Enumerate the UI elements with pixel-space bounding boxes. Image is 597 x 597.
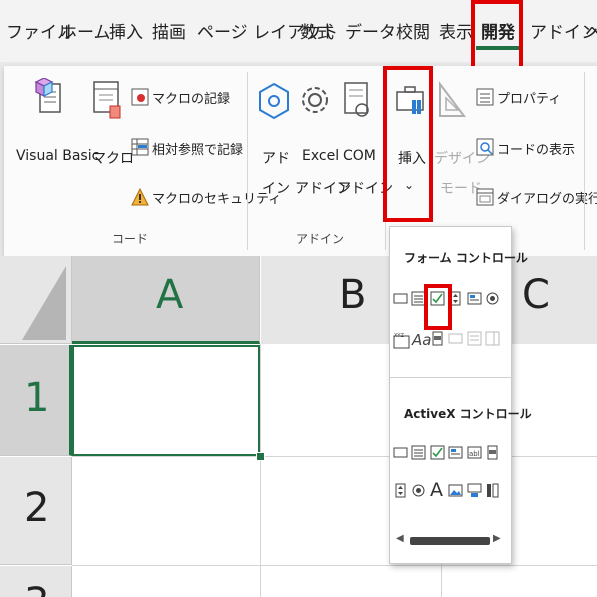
- ribbon-separator: [584, 72, 585, 250]
- insert-control-dropdown: フォーム コントロール XYZ Aa ActiveX コントロール abl A …: [389, 226, 532, 564]
- macro-label: マクロ: [92, 151, 134, 167]
- column-letter: B: [339, 272, 367, 318]
- tab-view[interactable]: 表示: [439, 18, 473, 43]
- tab-data[interactable]: データ: [345, 18, 396, 43]
- dropdown-horizontal-scrollbar[interactable]: ◀ ▶: [396, 533, 502, 547]
- row-header-1[interactable]: 1: [0, 345, 72, 456]
- activex-image-icon[interactable]: [448, 483, 463, 498]
- gridline: [72, 456, 597, 457]
- activex-controls-heading: ActiveX コントロール: [404, 407, 532, 421]
- scroll-left-icon[interactable]: ◀: [396, 533, 404, 544]
- tab-draw[interactable]: 描画: [152, 18, 186, 43]
- tab-insert[interactable]: 挿入: [109, 18, 143, 43]
- label-control-icon[interactable]: Aa: [412, 331, 431, 349]
- highlight-developer-tab: [471, 0, 523, 71]
- row-number: 2: [24, 485, 50, 531]
- row-header-2[interactable]: 2: [0, 457, 72, 565]
- triangle-ruler-icon: [439, 81, 466, 117]
- com-addin-icon: [344, 82, 369, 117]
- activex-spin-button-icon[interactable]: [393, 483, 408, 498]
- scroll-bar-control-icon[interactable]: [430, 331, 445, 346]
- form-controls-heading: フォーム コントロール: [404, 251, 528, 265]
- tab-review[interactable]: 校閲: [396, 18, 430, 43]
- more-controls-icon[interactable]: [485, 483, 500, 498]
- list-box-control-icon[interactable]: [467, 291, 482, 306]
- select-all-triangle-icon: [22, 266, 66, 340]
- visual-basic-label: Visual Basic: [16, 148, 100, 164]
- activex-label-icon[interactable]: A: [430, 479, 443, 501]
- gear-icon: [302, 87, 328, 113]
- dropdown-divider: [390, 377, 511, 378]
- activex-option-button-icon[interactable]: [411, 483, 426, 498]
- excel-addin-label-1: Excel: [302, 148, 340, 164]
- run-dialog-icon: [476, 188, 494, 206]
- gridline: [72, 565, 597, 566]
- activex-toggle-button-icon[interactable]: [467, 483, 482, 498]
- record-macro-label: マクロの記録: [152, 92, 231, 107]
- svg-text:abl: abl: [469, 450, 480, 458]
- tab-home[interactable]: ホーム: [60, 18, 111, 43]
- activex-combo-box-icon[interactable]: [411, 445, 426, 460]
- relative-reference-label: 相対参照で記録: [152, 143, 244, 158]
- option-button-control-icon[interactable]: [485, 291, 500, 306]
- scroll-right-icon[interactable]: ▶: [493, 533, 501, 544]
- view-code-icon: [476, 138, 494, 156]
- addin-label-1: アド: [262, 151, 290, 167]
- macro-icon: [93, 81, 121, 119]
- gridline: [260, 344, 261, 597]
- warning-icon: [131, 188, 149, 206]
- scrollbar-thumb[interactable]: [410, 537, 490, 545]
- activex-checkbox-icon[interactable]: [430, 445, 445, 460]
- svg-text:XYZ: XYZ: [394, 333, 404, 339]
- activex-button-icon[interactable]: [393, 445, 408, 460]
- com-addin-label-1: COM: [343, 148, 376, 164]
- row-number: 3: [24, 580, 49, 597]
- combo-drop-edit-control-icon[interactable]: [485, 331, 500, 346]
- highlight-insert-button: [383, 66, 433, 222]
- relative-reference-icon: [131, 138, 149, 156]
- column-header-a[interactable]: A: [72, 256, 260, 344]
- column-letter: A: [156, 272, 184, 318]
- record-macro-icon: [131, 88, 149, 106]
- combo-list-edit-control-icon[interactable]: [467, 331, 482, 346]
- button-control-icon[interactable]: [393, 291, 408, 306]
- addin-label-2: イン: [262, 181, 290, 197]
- addins-group-label: アドイン: [296, 232, 345, 246]
- fill-handle[interactable]: [256, 452, 265, 461]
- row-header-3[interactable]: 3: [0, 566, 72, 597]
- text-field-control-icon[interactable]: [448, 331, 463, 346]
- code-group-label: コード: [112, 232, 149, 246]
- highlight-checkbox-control: [424, 284, 452, 330]
- ribbon-separator: [247, 72, 248, 250]
- tab-formulas[interactable]: 数式: [300, 18, 334, 43]
- addin-icon: [259, 82, 289, 120]
- visual-basic-icon: [34, 78, 61, 113]
- activex-list-box-icon[interactable]: [448, 445, 463, 460]
- activex-scroll-bar-icon[interactable]: [485, 445, 500, 460]
- properties-icon: [476, 88, 494, 106]
- tab-help[interactable]: ヘ: [585, 18, 597, 43]
- properties-label: プロパティ: [497, 92, 562, 107]
- run-dialog-label: ダイアログの実行: [497, 192, 597, 207]
- group-box-control-icon[interactable]: XYZ: [393, 332, 410, 349]
- column-letter: C: [522, 272, 550, 318]
- row-number: 1: [24, 375, 50, 421]
- view-code-label: コードの表示: [497, 143, 576, 158]
- select-all-corner[interactable]: [0, 256, 72, 344]
- active-cell-a1[interactable]: [72, 345, 260, 456]
- activex-text-box-icon[interactable]: abl: [467, 445, 482, 460]
